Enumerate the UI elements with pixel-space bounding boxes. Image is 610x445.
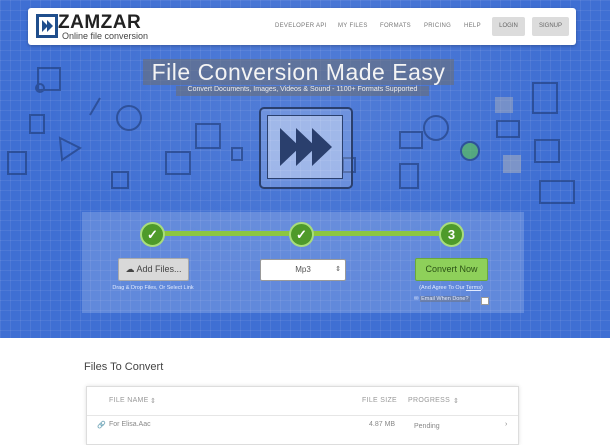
doodle-disc-icon	[116, 105, 142, 131]
sort-icon: ⇕	[453, 398, 460, 405]
remove-icon[interactable]: ›	[505, 421, 507, 428]
doodle-pdf-icon	[496, 120, 520, 138]
add-files-button[interactable]: ☁ Add Files...	[118, 258, 189, 281]
nav-formats[interactable]: FORMATS	[380, 23, 411, 29]
step-3-number: 3	[439, 222, 464, 247]
email-when-done-row: ✉ Email When Done?	[414, 296, 470, 306]
doodle-tablet-icon	[399, 163, 419, 189]
files-to-convert-heading: Files To Convert	[84, 361, 164, 373]
doodle-ja-tag	[503, 155, 521, 173]
doodle-gray-tag	[495, 97, 513, 113]
hero-section: ZAMZAR Online file conversion DEVELOPER …	[0, 0, 610, 338]
doodle-play-icon	[195, 123, 221, 149]
files-table-header: FILE NAME ⇕ FILE SIZE PROGRESS ⇕	[87, 387, 518, 416]
doodle-image-icon	[534, 139, 560, 163]
table-row: 🔗 For Elisa.Aac 4.87 MB Pending ›	[87, 416, 518, 434]
file-name-cell: For Elisa.Aac	[109, 421, 151, 428]
top-navbar: ZAMZAR Online file conversion DEVELOPER …	[28, 8, 576, 45]
terms-link[interactable]: Terms	[466, 285, 481, 291]
doodle-doc-icon	[111, 171, 129, 189]
add-files-label: Add Files...	[136, 264, 182, 274]
col-file-name: FILE NAME	[109, 397, 149, 404]
attachment-icon: 🔗	[97, 422, 106, 429]
nav-my-files[interactable]: MY FILES	[338, 23, 368, 29]
doodle-pen-icon	[89, 97, 101, 116]
sort-icon: ⇕	[150, 398, 157, 405]
hero-subtitle: Convert Documents, Images, Videos & Soun…	[187, 86, 418, 93]
email-when-done-label: Email When Done?	[420, 296, 470, 302]
doodle-triangle-icon	[58, 136, 82, 162]
step-1-check: ✓	[140, 222, 165, 247]
doodle-video-icon	[7, 151, 27, 175]
monitor-illustration	[259, 107, 353, 189]
doodle-small-doc-icon	[231, 147, 243, 161]
monitor-screen	[267, 115, 343, 179]
envelope-icon: ✉	[414, 296, 419, 302]
nav-developer-api[interactable]: DEVELOPER API	[275, 23, 327, 29]
files-table: FILE NAME ⇕ FILE SIZE PROGRESS ⇕ 🔗 For E…	[86, 386, 519, 445]
nav-pricing[interactable]: PRICING	[424, 23, 451, 29]
hero-title: File Conversion Made Easy	[151, 59, 446, 85]
signup-button[interactable]: SIGNUP	[532, 17, 569, 36]
add-files-hint: Drag & Drop Files, Or Select Link	[112, 285, 194, 291]
col-progress: PROGRESS	[408, 397, 451, 404]
step-2-check: ✓	[289, 222, 314, 247]
login-button[interactable]: LOGIN	[492, 17, 525, 36]
format-select-value: Mp3	[295, 265, 311, 274]
doodle-book-icon	[532, 82, 558, 114]
nav-help[interactable]: HELP	[464, 23, 481, 29]
fast-forward-icon	[280, 128, 332, 166]
email-when-done-checkbox[interactable]	[481, 297, 489, 305]
progress-cell: Pending	[414, 423, 440, 430]
select-arrows-icon: ⇕	[335, 266, 341, 273]
doodle-record-icon	[423, 115, 449, 141]
logo-tagline: Online file conversion	[62, 31, 149, 41]
convert-now-button[interactable]: Convert Now	[415, 258, 488, 281]
doodle-laptop-icon	[539, 180, 575, 204]
doodle-film-icon	[165, 151, 191, 175]
doodle-folder-icon	[399, 131, 423, 149]
doodle-green-disc-icon	[460, 141, 480, 161]
format-select[interactable]: Mp3 ⇕	[260, 259, 346, 281]
col-file-size: FILE SIZE	[362, 397, 397, 404]
terms-note-suffix: )	[481, 285, 483, 291]
doodle-card-icon	[29, 114, 45, 134]
file-size-cell: 4.87 MB	[369, 421, 396, 428]
terms-note: (And Agree To Our Terms)	[406, 285, 496, 291]
cloud-upload-icon: ☁	[125, 264, 135, 274]
terms-note-prefix: (And Agree To Our	[419, 285, 467, 291]
zamzar-logo-icon[interactable]	[36, 14, 58, 38]
doodle-jpg-icon	[37, 67, 61, 91]
